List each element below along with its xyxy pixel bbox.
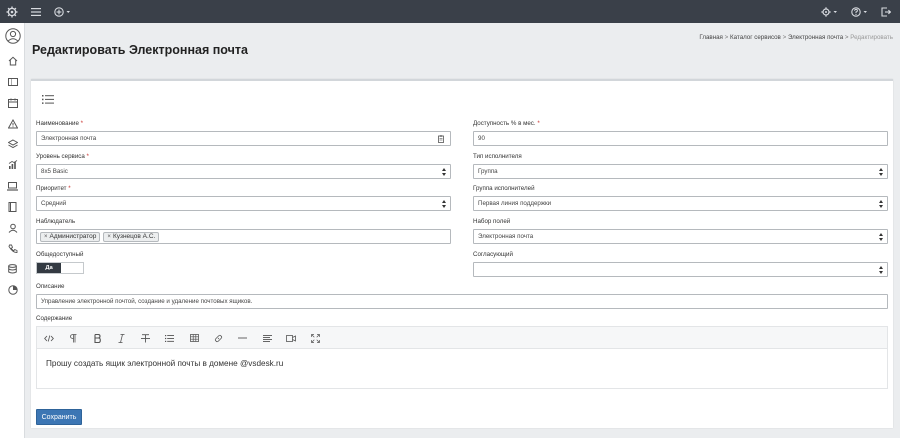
breadcrumb-current: Редактировать (850, 34, 893, 41)
knowledge-book-icon[interactable] (4, 200, 21, 214)
breadcrumb-separator: > (844, 34, 849, 41)
content-editor-text[interactable]: Прошу создать ящик электронной почты в д… (46, 359, 283, 368)
align-icon[interactable] (260, 331, 274, 345)
logout-icon[interactable] (880, 0, 892, 23)
fullscreen-icon[interactable] (308, 331, 322, 345)
pie-chart-icon[interactable] (4, 283, 21, 297)
phone-icon[interactable] (4, 242, 21, 256)
add-new-dropdown-icon[interactable] (53, 0, 73, 23)
description-label: Описание (36, 283, 65, 290)
breadcrumb-separator: > (782, 34, 787, 41)
content-label: Содержание (36, 315, 73, 322)
contacts-icon[interactable] (4, 221, 21, 235)
select-arrows-icon (879, 266, 884, 274)
public-toggle-on: Да (37, 263, 61, 273)
page-title: Редактировать Электронная почта (32, 43, 248, 57)
observer-label: Наблюдатель (36, 218, 76, 225)
layers-icon[interactable] (4, 137, 21, 151)
priority-select[interactable]: Средний (36, 196, 451, 211)
executor-type-label: Тип исполнителя (473, 153, 522, 160)
edit-form-panel: Наименование * Электронная почта Уровень… (31, 79, 893, 428)
video-icon[interactable] (284, 331, 298, 345)
observer-tag: × Администратор (40, 231, 101, 242)
availability-value: 90 (478, 135, 485, 142)
reports-chart-icon[interactable] (4, 158, 21, 172)
bold-icon[interactable] (90, 331, 104, 345)
paragraph-icon[interactable] (66, 331, 80, 345)
service-level-select[interactable]: 8x5 Basic (36, 164, 451, 179)
public-label: Общедоступный (36, 251, 84, 258)
database-icon[interactable] (4, 262, 21, 276)
breadcrumb-home[interactable]: Главная (699, 34, 723, 41)
executor-group-select[interactable]: Первая линия поддержки (473, 196, 888, 211)
name-input-value: Электронная почта (41, 135, 97, 142)
breadcrumb-email-service[interactable]: Электронная почта (788, 34, 843, 41)
top-bar (0, 0, 900, 23)
select-arrows-icon (442, 200, 447, 208)
horizontal-rule-icon[interactable] (235, 331, 249, 345)
name-label: Наименование * (36, 120, 84, 127)
select-arrows-icon (879, 200, 884, 208)
executor-type-select[interactable]: Группа (473, 164, 888, 179)
description-value: Управление электронной почтой, создание … (41, 298, 253, 305)
remove-tag-icon[interactable]: × (107, 234, 111, 240)
service-level-label: Уровень сервиса * (36, 153, 89, 160)
breadcrumb-separator: > (724, 34, 729, 41)
availability-input[interactable]: 90 (473, 131, 888, 146)
approver-select[interactable] (473, 262, 888, 277)
executor-group-label: Группа исполнителей (473, 185, 535, 192)
description-input[interactable]: Управление электронной почтой, создание … (36, 294, 888, 309)
list-icon[interactable] (42, 95, 54, 106)
link-icon[interactable] (211, 331, 225, 345)
public-toggle[interactable]: Да (36, 262, 84, 274)
observer-tag: × Кузнецов А.С. (103, 231, 160, 242)
strikethrough-icon[interactable] (138, 331, 152, 345)
user-avatar-icon[interactable] (4, 28, 21, 44)
home-icon[interactable] (4, 54, 21, 68)
service-level-value: 8x5 Basic (41, 168, 68, 175)
menu-hamburger-icon[interactable] (30, 0, 42, 23)
breadcrumb: Главная > Каталог сервисов > Электронная… (699, 34, 893, 41)
save-button[interactable]: Сохранить (36, 409, 82, 425)
breadcrumb-service-catalog[interactable]: Каталог сервисов (730, 34, 781, 41)
field-set-select[interactable]: Электронная почта (473, 229, 888, 244)
sidebar (0, 23, 25, 438)
settings-dropdown-icon[interactable] (821, 0, 839, 23)
field-set-label: Набор полей (473, 218, 511, 225)
select-arrows-icon (879, 168, 884, 176)
calendar-icon[interactable] (4, 96, 21, 110)
remove-tag-icon[interactable]: × (44, 234, 48, 240)
italic-icon[interactable] (114, 331, 128, 345)
field-set-value: Электронная почта (478, 233, 534, 240)
priority-value: Средний (41, 200, 67, 207)
laptop-icon[interactable] (4, 179, 21, 193)
list-icon[interactable] (162, 331, 176, 345)
executor-type-value: Группа (478, 168, 498, 175)
observer-multiselect[interactable]: × Администратор × Кузнецов А.С. (36, 229, 451, 244)
content-editor[interactable]: Прошу создать ящик электронной почты в д… (36, 326, 888, 389)
priority-label: Приоритет * (36, 185, 71, 192)
name-input[interactable]: Электронная почта (36, 131, 451, 146)
clipboard-icon[interactable] (438, 135, 444, 145)
editor-toolbar (37, 327, 887, 349)
settings-gear-icon[interactable] (4, 0, 20, 23)
select-arrows-icon (442, 168, 447, 176)
tickets-icon[interactable] (4, 75, 21, 89)
table-icon[interactable] (187, 331, 201, 345)
availability-label: Доступность % в мес. * (473, 120, 540, 127)
warning-icon[interactable] (4, 117, 21, 131)
executor-group-value: Первая линия поддержки (478, 200, 552, 207)
select-arrows-icon (879, 233, 884, 241)
help-dropdown-icon[interactable] (851, 0, 869, 23)
code-view-icon[interactable] (42, 331, 56, 345)
approver-label: Согласующий (473, 251, 513, 258)
